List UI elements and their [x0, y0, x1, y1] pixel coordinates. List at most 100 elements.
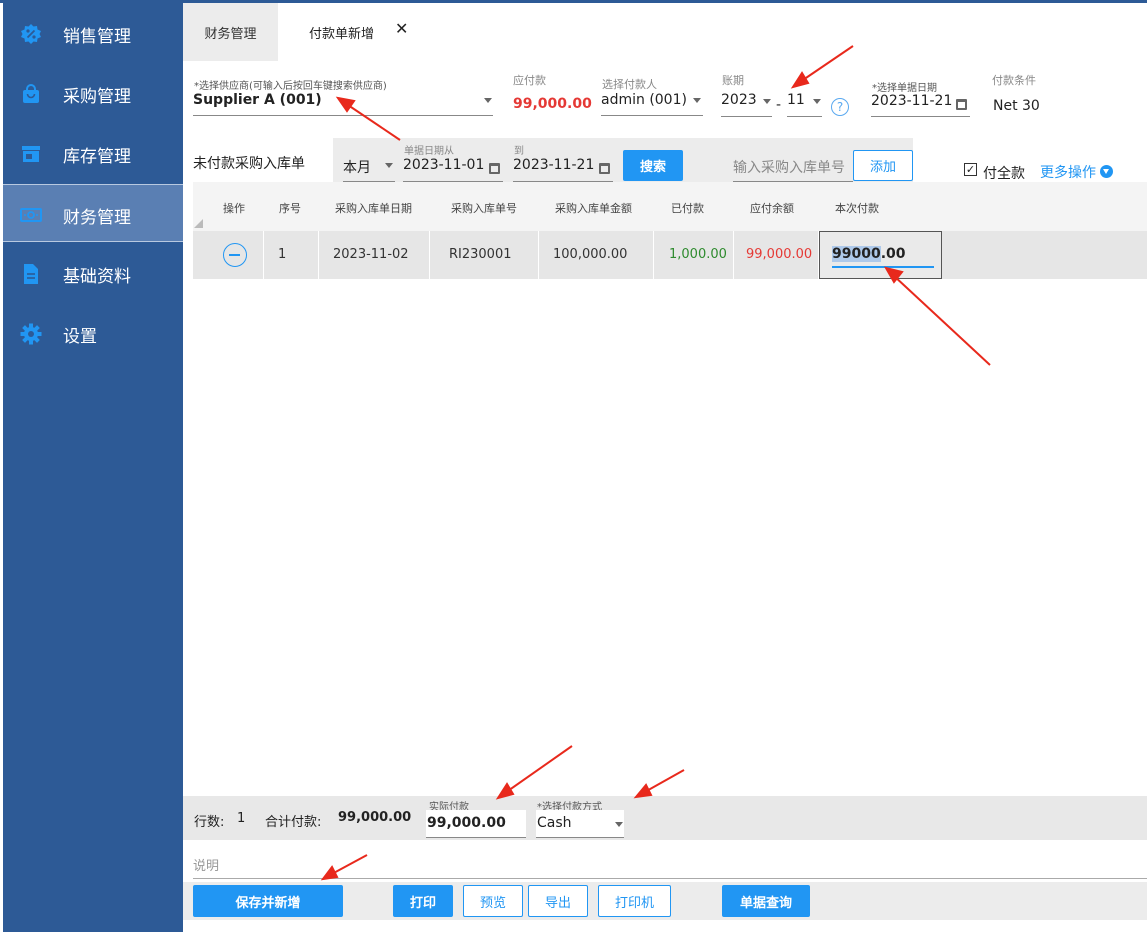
- help-icon[interactable]: ?: [831, 98, 849, 116]
- document-icon: [24, 264, 38, 284]
- to-label: 到: [514, 146, 524, 157]
- tab-finance[interactable]: 财务管理: [183, 3, 278, 61]
- sidebar-item-sales[interactable]: 销售管理: [3, 4, 183, 62]
- sidebar-item-finance[interactable]: 财务管理: [3, 184, 183, 242]
- period-month-select[interactable]: 11: [787, 92, 822, 117]
- pay-now-rest-text: .00: [880, 246, 906, 262]
- header-action: 操作: [223, 202, 245, 215]
- supplier-label: *选择供应商(可输入后按回车键搜索供应商): [194, 81, 387, 92]
- section-title: 未付款采购入库单: [193, 156, 305, 172]
- summary-bar: 行数: 1 合计付款: 99,000.00 实际付款 99,000.00 *选择…: [183, 796, 1147, 840]
- print-button[interactable]: 打印: [393, 885, 453, 917]
- chevron-down-icon[interactable]: [484, 98, 492, 103]
- more-actions-link[interactable]: 更多操作: [1040, 162, 1096, 182]
- period-year-value: 2023: [721, 92, 757, 108]
- payment-method-value: Cash: [537, 815, 572, 831]
- header-receipt-date: 采购入库单日期: [335, 202, 412, 215]
- store-icon: [22, 146, 40, 162]
- arrow-pay-now: [892, 274, 991, 366]
- header-receipt-no: 采购入库单号: [451, 202, 517, 215]
- payer-select[interactable]: admin (001): [601, 92, 703, 116]
- shopping-bag-icon: [23, 84, 39, 103]
- payable-label: 应付款: [513, 74, 546, 87]
- table-header: 操作 序号 采购入库单日期 采购入库单号 采购入库单金额 已付款 应付余额 本次…: [193, 182, 1147, 231]
- pay-full-checkbox[interactable]: ✓: [964, 163, 977, 176]
- note-placeholder: 说明: [193, 859, 220, 874]
- payer-value: admin (001): [601, 92, 687, 108]
- sidebar-item-label: 销售管理: [63, 27, 131, 47]
- supplier-value: Supplier A (001): [193, 92, 322, 108]
- arrow-actual-payment: [504, 745, 573, 794]
- search-button[interactable]: 搜索: [623, 150, 683, 181]
- chevron-glyph: [1103, 169, 1109, 174]
- date-label: *选择单据日期: [872, 83, 937, 94]
- note-input[interactable]: 说明: [193, 855, 1147, 879]
- gear-icon: [20, 323, 42, 345]
- date-range-select[interactable]: 本月: [343, 157, 395, 182]
- from-label: 单据日期从: [404, 146, 454, 157]
- supplier-select[interactable]: Supplier A (001): [193, 92, 493, 116]
- remove-row-icon[interactable]: [223, 243, 247, 267]
- arrow-head: [790, 71, 810, 89]
- payer-label: 选择付款人: [602, 78, 657, 91]
- pay-now-selected-text: 99000: [832, 246, 881, 262]
- tab-payment-new[interactable]: 付款单新增 ✕: [278, 3, 418, 61]
- table-row: 1 2023-11-02 RI230001 100,000.00 1,000.0…: [193, 231, 1147, 279]
- resize-corner-icon: [194, 219, 203, 228]
- chevron-down-icon[interactable]: [763, 99, 771, 104]
- payment-method-select[interactable]: Cash: [536, 810, 624, 838]
- sidebar-item-label: 采购管理: [63, 87, 131, 107]
- date-from-field[interactable]: 2023-11-01: [403, 157, 503, 182]
- close-icon[interactable]: ✕: [395, 19, 408, 38]
- receipt-number-input[interactable]: 输入采购入库单号: [733, 157, 853, 182]
- actual-payment-input[interactable]: 99,000.00: [426, 810, 526, 838]
- chevron-down-icon[interactable]: [385, 163, 393, 168]
- receipt-number-placeholder: 输入采购入库单号: [733, 160, 845, 176]
- add-button[interactable]: 添加: [853, 150, 913, 181]
- calendar-icon[interactable]: [599, 163, 610, 174]
- chevron-down-circle-icon[interactable]: [1100, 165, 1113, 178]
- period-year-select[interactable]: 2023: [721, 92, 772, 117]
- period-month-value: 11: [787, 92, 805, 108]
- date-to-value: 2023-11-21: [513, 157, 595, 173]
- rows-value: 1: [237, 811, 246, 826]
- tab-bar: 财务管理 付款单新增 ✕: [183, 3, 1147, 61]
- sidebar-item-basic-data[interactable]: 基础资料: [3, 244, 183, 302]
- pay-now-cell[interactable]: 99000.00: [819, 231, 942, 279]
- header-paid: 已付款: [671, 202, 704, 215]
- chevron-down-icon[interactable]: [813, 99, 821, 104]
- sidebar-item-label: 基础资料: [63, 267, 131, 287]
- total-label: 合计付款:: [265, 815, 322, 830]
- pay-now-input[interactable]: 99000.00: [832, 242, 934, 268]
- chevron-down-icon[interactable]: [693, 98, 701, 103]
- chevron-down-icon[interactable]: [615, 822, 623, 827]
- document-query-button[interactable]: 单据查询: [722, 885, 810, 917]
- column-divider: [538, 231, 539, 279]
- cell-receipt-no: RI230001: [449, 247, 512, 262]
- rows-label: 行数:: [194, 815, 225, 830]
- header-index: 序号: [279, 202, 301, 215]
- date-to-field[interactable]: 2023-11-21: [513, 157, 613, 182]
- money-icon: [20, 208, 42, 222]
- column-divider: [653, 231, 654, 279]
- printer-button[interactable]: 打印机: [598, 885, 671, 917]
- pay-full-label: 付全款: [983, 166, 1025, 182]
- cell-receipt-amount: 100,000.00: [553, 247, 628, 262]
- save-and-new-button[interactable]: 保存并新增: [193, 885, 343, 917]
- calendar-icon[interactable]: [956, 99, 967, 110]
- column-divider: [318, 231, 319, 279]
- preview-button[interactable]: 预览: [463, 885, 523, 917]
- sidebar-item-inventory[interactable]: 库存管理: [3, 124, 183, 182]
- period-label: 账期: [722, 74, 744, 87]
- sidebar: 销售管理 采购管理 库存管理 财务管理 基础资料 设置: [3, 3, 183, 932]
- sidebar-item-settings[interactable]: 设置: [3, 304, 183, 362]
- calendar-icon[interactable]: [489, 163, 500, 174]
- export-button[interactable]: 导出: [528, 885, 588, 917]
- cell-receipt-date: 2023-11-02: [333, 247, 409, 262]
- cell-index: 1: [278, 247, 287, 262]
- period-separator: -: [776, 97, 782, 113]
- header-pay-now: 本次付款: [835, 202, 879, 215]
- terms-label: 付款条件: [992, 74, 1036, 87]
- sidebar-item-purchase[interactable]: 采购管理: [3, 64, 183, 122]
- terms-value: Net 30: [993, 98, 1040, 114]
